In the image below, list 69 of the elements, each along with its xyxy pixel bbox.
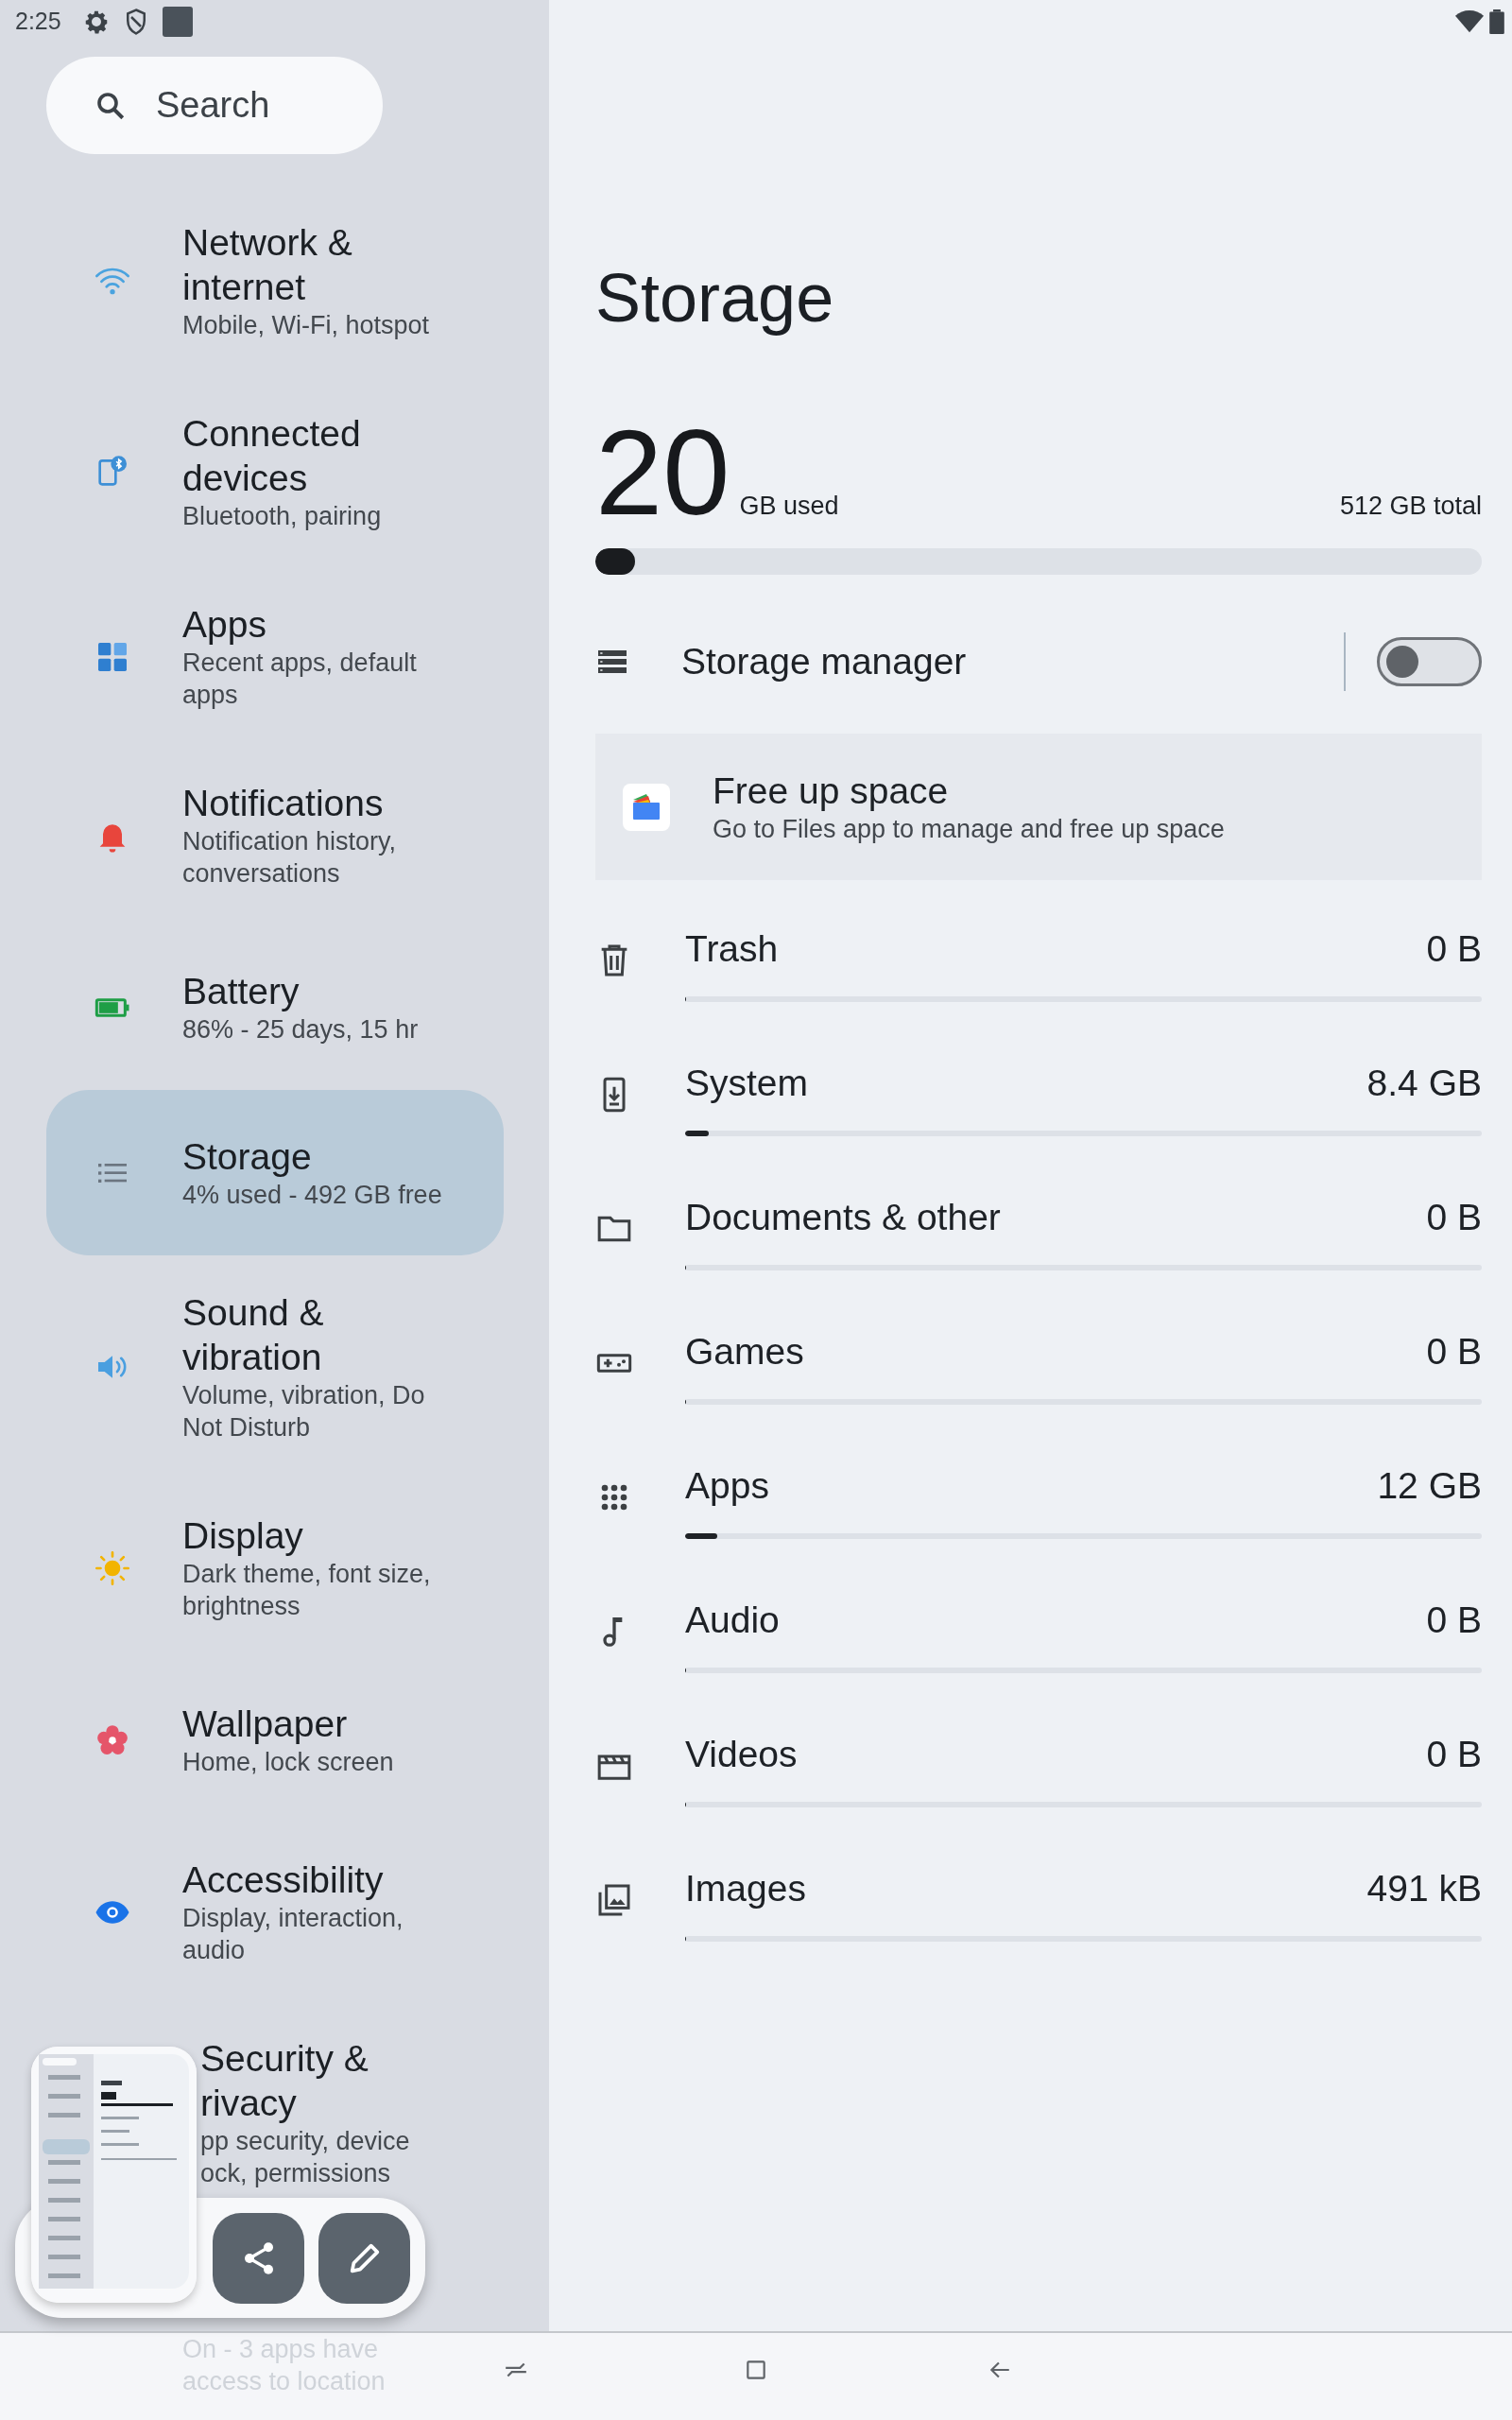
clock-time: 2:25: [15, 8, 61, 35]
item-subtitle: Notification history, conversations: [182, 826, 397, 890]
sidebar-item[interactable]: Accessibility Display, interaction, audio: [46, 1823, 504, 2001]
item-title: Battery: [182, 970, 301, 1013]
files-app-icon: [622, 782, 671, 832]
free-up-space-card[interactable]: Free up space Go to Files app to manage and free up space: [595, 734, 1482, 880]
category-size: 0 B: [1426, 1333, 1482, 1371]
page-title: Storage: [595, 259, 835, 337]
item-subtitle: Volume, vibration, Do Not Disturb: [182, 1380, 425, 1443]
category-size: 8.4 GB: [1366, 1064, 1482, 1102]
item-title: Display: [182, 1514, 304, 1558]
search-input[interactable]: Search: [156, 85, 345, 126]
sidebar-item[interactable]: Security & rivacy pp security, device ock, permissions: [200, 2001, 504, 2189]
category-size: 0 B: [1426, 1199, 1482, 1236]
category-size: 0 B: [1426, 1736, 1482, 1773]
home-button[interactable]: [744, 2358, 768, 2382]
square-icon: [161, 5, 194, 38]
item-subtitle: 86% - 25 days, 15 hr: [182, 1014, 419, 1046]
item-subtitle: Dark theme, font size, brightness: [182, 1559, 431, 1622]
wifi-icon: [1455, 9, 1484, 34]
category-label[interactable]: Audio: [685, 1601, 780, 1639]
category-label[interactable]: System: [685, 1064, 809, 1102]
item-title: Sound & vibration: [182, 1291, 325, 1379]
sidebar-item[interactable]: Connected devices Bluetooth, pairing: [46, 376, 504, 567]
item-subtitle: Home, lock screen: [182, 1747, 394, 1778]
item-subtitle: Bluetooth, pairing: [182, 501, 382, 532]
used-unit: GB used: [739, 492, 839, 521]
category-label[interactable]: Videos: [685, 1736, 798, 1773]
sidebar-item[interactable]: Apps Recent apps, default apps: [46, 567, 504, 746]
used-amount: 20: [595, 412, 730, 533]
sidebar-item[interactable]: Display Dark theme, font size, brightness: [46, 1478, 504, 1657]
storage-manager-label: Storage manager: [681, 641, 967, 683]
item-title: Notifications: [182, 782, 385, 825]
sun-icon: [94, 1548, 131, 1587]
category-label[interactable]: Documents & other: [685, 1199, 1001, 1236]
battery-icon: [1489, 9, 1504, 34]
sidebar-item[interactable]: Wallpaper Home, lock screen: [46, 1657, 504, 1823]
item-title: Connected devices: [182, 412, 362, 500]
storage-manager-toggle[interactable]: [1377, 637, 1482, 686]
sidebar-item[interactable]: Notifications Notification history, conversations: [46, 746, 504, 925]
share-button[interactable]: [213, 2213, 304, 2304]
item-subtitle: 4% used - 492 GB free: [182, 1180, 442, 1211]
item-subtitle: Mobile, Wi-Fi, hotspot: [182, 310, 430, 341]
category-size: 12 GB: [1377, 1467, 1482, 1505]
category-size: 0 B: [1426, 930, 1482, 968]
category-label[interactable]: Games: [685, 1333, 804, 1371]
total-capacity: 512 GB total: [1339, 492, 1482, 521]
sidebar-item[interactable]: Network & internet Mobile, Wi-Fi, hotspot: [46, 185, 504, 376]
sidebar-item[interactable]: Battery 86% - 25 days, 15 hr: [46, 925, 504, 1090]
category-label[interactable]: Images: [685, 1870, 806, 1908]
category-label[interactable]: Apps: [685, 1467, 769, 1505]
sidebar-item[interactable]: Sound & vibration Volume, vibration, Do Not Disturb: [46, 1255, 504, 1478]
sidebar-item[interactable]: Storage 4% used - 492 GB free: [46, 1090, 504, 1255]
item-title: Apps: [182, 603, 267, 647]
item-title: Wallpaper: [182, 1703, 349, 1746]
item-title: Security & rivacy: [200, 2037, 369, 2125]
category-size: 491 kB: [1366, 1870, 1482, 1908]
free-up-subtitle: Go to Files app to manage and free up space: [713, 813, 1225, 845]
square-icon: [744, 2358, 768, 2382]
edit-button[interactable]: [318, 2213, 410, 2304]
item-subtitle: pp security, device ock, permissions: [200, 2126, 410, 2189]
free-up-title: Free up space: [713, 769, 950, 813]
item-title: Network & internet: [182, 221, 353, 309]
item-subtitle: Display, interaction, audio: [182, 1903, 404, 1966]
item-title: Accessibility: [182, 1858, 385, 1902]
item-subtitle: Recent apps, default apps: [182, 648, 417, 711]
item-title: Storage: [182, 1135, 313, 1179]
category-size: 0 B: [1426, 1601, 1482, 1639]
category-label[interactable]: Trash: [685, 930, 779, 968]
